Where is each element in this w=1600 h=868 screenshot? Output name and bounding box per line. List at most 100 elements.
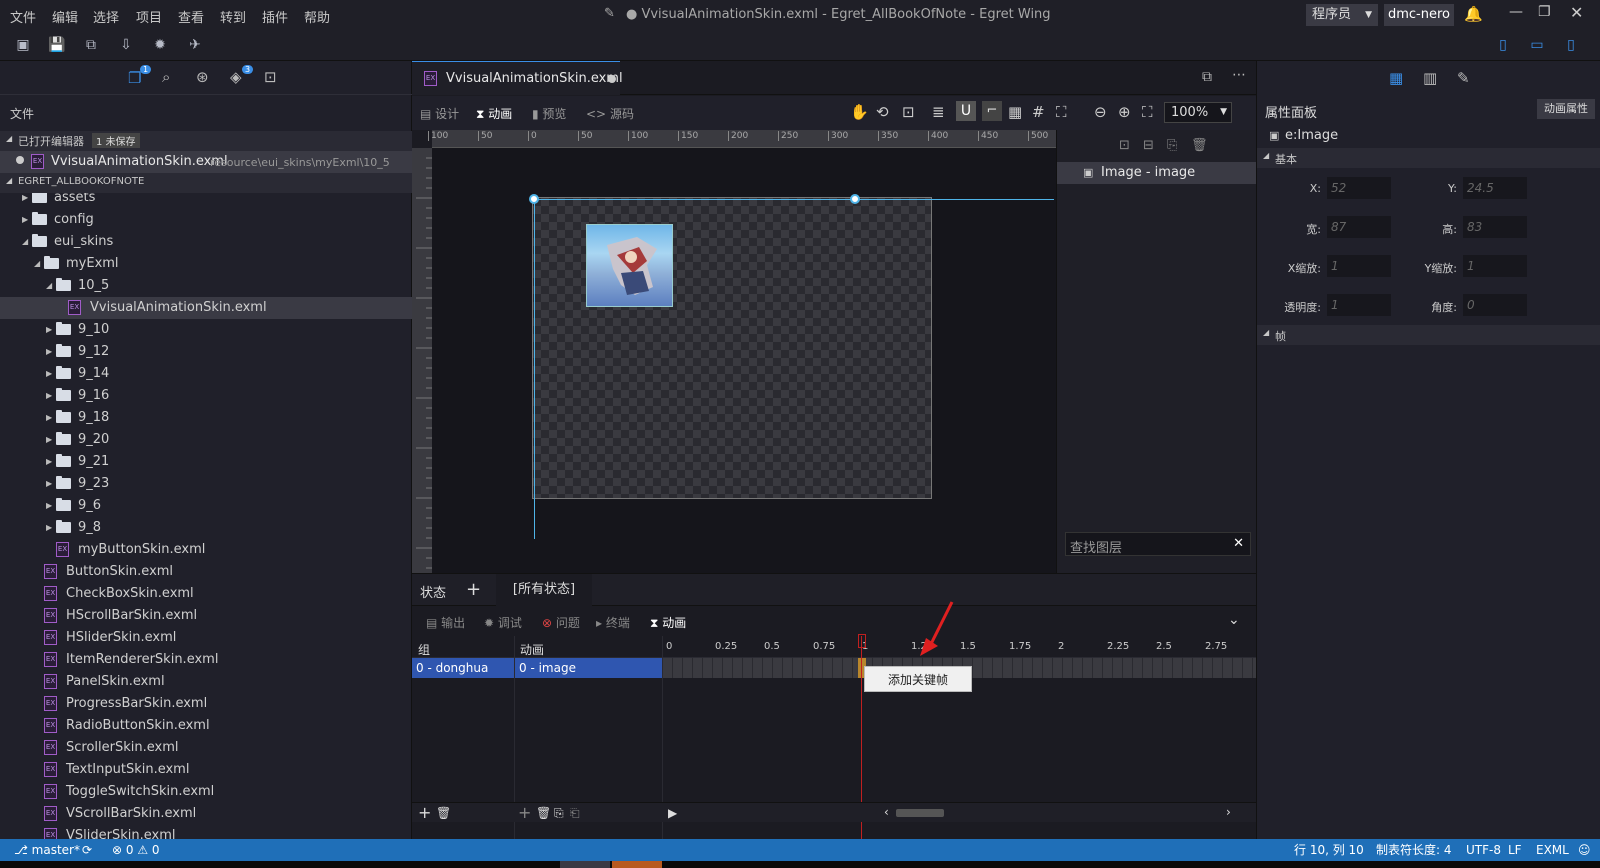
restore-icon[interactable]: ❐ — [1538, 4, 1551, 20]
cursor-position[interactable]: 行 10, 列 10 — [1294, 839, 1364, 861]
y-input[interactable]: 24.5 — [1463, 177, 1527, 199]
add-state-button[interactable]: + — [466, 579, 481, 600]
tab-vvisualanimationskin[interactable]: EX VvisualAnimationSkin.exml — [412, 61, 623, 95]
menu-file[interactable]: 文件 — [10, 7, 36, 26]
add-group-button[interactable]: + — [418, 803, 431, 822]
tree-folder[interactable]: ▶ 9_16 — [0, 385, 412, 407]
grid-icon[interactable]: ▦ — [1008, 103, 1022, 121]
unsaved-dot-icon[interactable] — [608, 75, 616, 83]
collapse-panel-icon[interactable]: ⌄ — [1228, 612, 1240, 628]
mode-preview-button[interactable]: ▮ 预览 — [532, 105, 566, 122]
save-all-icon[interactable]: ⧉ — [82, 36, 100, 54]
layer-copy-icon[interactable]: ⎘ — [1167, 138, 1177, 153]
section-frame-header[interactable]: ◢ 帧 — [1257, 325, 1600, 345]
tree-folder[interactable]: ▶ 9_6 — [0, 495, 412, 517]
alpha-input[interactable]: 1 — [1327, 294, 1391, 316]
menu-plugins[interactable]: 插件 — [262, 7, 288, 26]
section-basic-header[interactable]: ◢ 基本 — [1257, 148, 1600, 168]
caret-closed-icon[interactable]: ▶ — [46, 385, 52, 407]
more-icon[interactable]: ⋯ — [1232, 67, 1246, 83]
caret-closed-icon[interactable]: ▶ — [46, 473, 52, 495]
tree-file[interactable]: EX ItemRendererSkin.exml — [0, 649, 412, 671]
width-input[interactable]: 87 — [1327, 216, 1391, 238]
rotation-input[interactable]: 0 — [1463, 294, 1527, 316]
trash-icon[interactable]: 🗑 — [436, 806, 451, 820]
add-keyframe-menu-item[interactable]: 添加关键帧 — [864, 666, 972, 692]
playhead-handle[interactable] — [858, 634, 866, 648]
resize-handle[interactable] — [850, 194, 860, 204]
menu-goto[interactable]: 转到 — [220, 7, 246, 26]
caret-open-icon[interactable]: ◢ — [34, 253, 40, 275]
menu-edit[interactable]: 编辑 — [52, 7, 78, 26]
tree-file[interactable]: EX TextInputSkin.exml — [0, 759, 412, 781]
save-icon[interactable]: 💾 — [48, 36, 66, 54]
zoom-out-icon[interactable]: ⊖ — [1094, 103, 1107, 121]
debug-icon[interactable]: ✹ — [151, 36, 169, 54]
height-input[interactable]: 83 — [1463, 216, 1527, 238]
problems-status[interactable]: ⊗ 0 ⚠ 0 — [112, 839, 160, 861]
scale-y-input[interactable]: 1 — [1463, 255, 1527, 277]
tree-file[interactable]: EX myButtonSkin.exml — [0, 539, 412, 561]
taskbar-app[interactable] — [612, 861, 662, 868]
split-editor-icon[interactable]: ⧉ — [1202, 69, 1212, 85]
tree-file[interactable]: EX ButtonSkin.exml — [0, 561, 412, 583]
tree-folder[interactable]: ▶ 9_21 — [0, 451, 412, 473]
sync-icon[interactable]: ⟳ — [82, 839, 92, 861]
feedback-icon[interactable]: ☺ — [1578, 839, 1591, 861]
properties-tab-icon[interactable]: ▦ — [1389, 69, 1403, 87]
git-branch-button[interactable]: ⎇ master* — [14, 839, 80, 861]
animation-row[interactable]: 0 - image — [515, 658, 662, 678]
tab-terminal[interactable]: ▸ 终端 — [596, 614, 630, 631]
caret-closed-icon[interactable]: ▶ — [46, 319, 52, 341]
toggle-left-panel-icon[interactable]: ▯ — [1494, 36, 1512, 54]
image-element[interactable] — [586, 224, 673, 307]
tree-file[interactable]: EX ProgressBarSkin.exml — [0, 693, 412, 715]
tree-folder[interactable]: ◢ myExml — [0, 253, 412, 275]
layers-tool-icon[interactable]: ≣ — [932, 103, 945, 121]
tab-size[interactable]: 制表符长度: 4 — [1376, 839, 1452, 861]
tree-folder[interactable]: ▶ 9_12 — [0, 341, 412, 363]
role-dropdown[interactable]: 程序员 ▼ — [1306, 4, 1378, 26]
caret-closed-icon[interactable]: ▶ — [46, 407, 52, 429]
caret-closed-icon[interactable]: ▶ — [46, 517, 52, 539]
scroll-left-icon[interactable]: ‹ — [884, 805, 889, 819]
layer-item-image[interactable]: ▣ Image - image — [1057, 162, 1257, 184]
caret-open-icon[interactable]: ◢ — [22, 231, 28, 253]
layer-align-icon[interactable]: ⊡ — [1119, 138, 1130, 153]
caret-closed-icon[interactable]: ▶ — [46, 363, 52, 385]
tab-problems[interactable]: ⊗ 问题 — [542, 614, 580, 631]
tree-file[interactable]: EX HSliderSkin.exml — [0, 627, 412, 649]
tree-file[interactable]: EX VSliderSkin.exml — [0, 825, 412, 839]
search-icon[interactable]: ⌕ — [162, 68, 170, 86]
tab-all-states[interactable]: [所有状态] — [496, 574, 592, 606]
animation-props-button[interactable]: 动画属性 — [1537, 99, 1595, 119]
mode-source-button[interactable]: <> 源码 — [586, 105, 634, 122]
magnet-icon[interactable]: U — [956, 101, 976, 121]
tree-folder[interactable]: ▶ 9_18 — [0, 407, 412, 429]
git-icon[interactable]: ◈ — [230, 68, 242, 86]
tree-folder[interactable]: ◢ 10_5 — [0, 275, 412, 297]
language-mode[interactable]: EXML — [1536, 839, 1569, 861]
play-icon[interactable]: ▶ — [668, 806, 677, 820]
layer-search-input[interactable]: 查找图层 ✕ — [1065, 532, 1251, 556]
image-preview-icon[interactable]: ⛶ — [1056, 103, 1067, 121]
paste-icon[interactable]: ⎗ — [570, 806, 580, 821]
trash-icon[interactable]: 🗑 — [536, 806, 551, 820]
zoom-select[interactable]: 100% ▼ — [1164, 102, 1232, 123]
tab-animation[interactable]: ⧗ 动画 — [650, 614, 686, 631]
tree-file[interactable]: EX ToggleSwitchSkin.exml — [0, 781, 412, 803]
mode-animation-button[interactable]: ⧗ 动画 — [476, 105, 512, 122]
group-row[interactable]: 0 - donghua — [412, 658, 514, 678]
tree-file[interactable]: EX PanelSkin.exml — [0, 671, 412, 693]
brush-tab-icon[interactable]: ✎ — [1457, 69, 1470, 87]
clear-search-icon[interactable]: ✕ — [1233, 536, 1244, 551]
copy-icon[interactable]: ⎘ — [554, 806, 564, 821]
tree-folder[interactable]: ▶ 9_10 — [0, 319, 412, 341]
minimize-icon[interactable]: — — [1509, 4, 1523, 20]
new-file-icon[interactable]: ▣ — [14, 36, 32, 54]
layer-group-icon[interactable]: ⊟ — [1143, 138, 1154, 153]
caret-closed-icon[interactable]: ▶ — [22, 193, 28, 209]
tree-file[interactable]: EX HScrollBarSkin.exml — [0, 605, 412, 627]
explorer-icon[interactable]: ❐ — [128, 69, 141, 87]
scroll-right-icon[interactable]: › — [1226, 805, 1231, 819]
